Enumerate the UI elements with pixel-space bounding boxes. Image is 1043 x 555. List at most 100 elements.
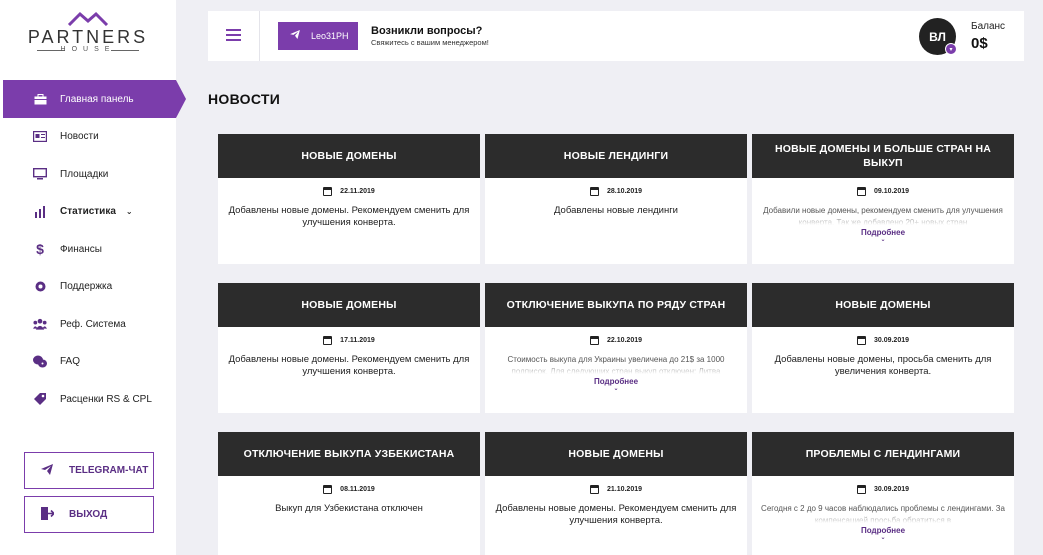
news-card-text: Добавлены новые домены, просьба сменить …	[774, 354, 992, 377]
news-card-text: Выкуп для Узбекистана отключен	[275, 503, 423, 514]
sidebar-item-statistics[interactable]: Статистика ⌄	[0, 193, 176, 231]
logo-main-text: PARTNERS	[27, 27, 149, 47]
sidebar-item-news[interactable]: Новости	[0, 118, 176, 156]
sidebar-item-dashboard[interactable]: Главная панель	[3, 80, 186, 118]
news-card-date-text: 30.09.2019	[873, 486, 910, 493]
manager-name: Leo31PH	[311, 31, 349, 41]
logo-divider	[111, 50, 139, 51]
news-card-date-text: 22.11.2019	[340, 188, 375, 195]
news-card-text: Добавили новые домены, рекомендуем смени…	[763, 206, 1003, 225]
page-title: НОВОСТИ	[208, 91, 281, 107]
sidebar-item-label: Расценки RS & CPL	[60, 393, 152, 405]
sidebar-item-label: Реф. Система	[60, 318, 126, 330]
news-card-date-text: 09.10.2019	[873, 188, 910, 195]
news-card[interactable]: ОТКЛЮЧЕНИЕ ВЫКУПА ПО РЯДУ СТРАН 22.10.201…	[485, 283, 747, 413]
top-bar-divider	[259, 11, 260, 61]
news-card-title: НОВЫЕ ЛЕНДИНГИ	[485, 134, 747, 178]
news-card-title: ОТКЛЮЧЕНИЕ ВЫКУПА ПО РЯДУ СТРАН	[485, 283, 747, 327]
menu-toggle-icon[interactable]	[226, 29, 241, 41]
calendar-icon	[856, 187, 866, 196]
news-card-date: 09.10.2019	[752, 187, 1014, 196]
news-card[interactable]: ПРОБЛЕМЫ С ЛЕНДИНГАМИ 30.09.2019 Сегодня с…	[752, 432, 1014, 555]
questions-title: Возникли вопросы?	[371, 25, 483, 37]
news-card-date-text: 21.10.2019	[606, 486, 643, 493]
calendar-icon	[856, 336, 866, 345]
support-icon	[33, 280, 47, 294]
chevron-down-icon: ⌄	[880, 535, 886, 541]
roof-logo-icon	[67, 11, 109, 26]
news-card-date: 30.09.2019	[752, 336, 1014, 345]
sidebar-item-label: Поддержка	[60, 281, 113, 293]
manager-telegram-button[interactable]: Leo31PH	[278, 22, 358, 50]
news-card-text: Добавлены новые лендинги	[554, 205, 678, 216]
sidebar-item-label: FAQ	[60, 356, 81, 368]
telegram-chat-button[interactable]: TELEGRAM-ЧАТ	[24, 452, 154, 489]
sidebar-item-label: Финансы	[60, 243, 102, 255]
sidebar-item-label: Главная панель	[60, 93, 134, 105]
news-card-text: Сегодня с 2 до 9 часов наблюдались пробл…	[761, 504, 1005, 523]
logo[interactable]: PARTNERS HOUSE	[0, 10, 176, 60]
logout-button[interactable]: ВЫХОД	[24, 496, 154, 533]
read-more-link[interactable]: Подробнее ⌄	[752, 228, 1014, 243]
news-card-date: 17.11.2019	[218, 336, 480, 345]
calendar-icon	[323, 336, 333, 345]
news-card-date: 22.10.2019	[485, 336, 747, 345]
read-more-link[interactable]: Подробнее ⌄	[485, 377, 747, 392]
sidebar-item-label: Новости	[60, 131, 99, 143]
telegram-icon	[290, 30, 300, 42]
news-card-text: Добавлены новые домены. Рекомендуем смен…	[228, 205, 470, 228]
sidebar-nav: Главная панель Новости Площадки Статисти…	[0, 80, 186, 419]
news-card-date-text: 08.11.2019	[340, 486, 375, 493]
dollar-icon: $	[36, 241, 44, 258]
chevron-down-icon: ⌄	[880, 237, 886, 243]
calendar-icon	[856, 485, 866, 494]
news-card[interactable]: НОВЫЕ ДОМЕНЫ И БОЛЬШЕ СТРАН НА ВЫКУП 09.1…	[752, 134, 1014, 264]
newspaper-icon	[33, 130, 47, 144]
news-card-title: ОТКЛЮЧЕНИЕ ВЫКУПА УЗБЕКИСТАНА	[218, 432, 480, 476]
sidebar-item-label: Площадки	[60, 168, 109, 180]
news-card-date: 21.10.2019	[485, 485, 747, 494]
news-card-date-text: 17.11.2019	[340, 337, 375, 344]
calendar-icon	[589, 187, 599, 196]
news-card-date: 22.11.2019	[218, 187, 480, 196]
sidebar-item-support[interactable]: Поддержка	[0, 268, 176, 306]
calendar-icon	[589, 485, 599, 494]
read-more-label: Подробнее	[593, 377, 639, 386]
sidebar-item-label: Статистика	[60, 206, 116, 218]
news-card-date-text: 30.09.2019	[873, 337, 910, 344]
news-card-date: 30.09.2019	[752, 485, 1014, 494]
users-icon	[33, 317, 47, 331]
news-card[interactable]: НОВЫЕ ДОМЕНЫ 30.09.2019 Добавлены новые до…	[752, 283, 1014, 413]
avatar-dropdown-icon[interactable]: ▾	[945, 43, 957, 55]
sidebar-item-referral[interactable]: Реф. Система	[0, 306, 176, 344]
news-card-title: НОВЫЕ ДОМЕНЫ	[218, 134, 480, 178]
news-card-title: ПРОБЛЕМЫ С ЛЕНДИНГАМИ	[752, 432, 1014, 476]
briefcase-icon	[33, 92, 47, 106]
sidebar-item-finance[interactable]: $ Финансы	[0, 231, 176, 269]
news-card[interactable]: НОВЫЕ ДОМЕНЫ 17.11.2019 Добавлены новые до…	[218, 283, 480, 413]
news-card[interactable]: ОТКЛЮЧЕНИЕ ВЫКУПА УЗБЕКИСТАНА 08.11.2019 В…	[218, 432, 480, 555]
news-card-text: Добавлены новые домены. Рекомендуем смен…	[495, 503, 737, 526]
faq-icon	[33, 355, 47, 369]
telegram-icon	[41, 463, 55, 478]
tag-icon	[33, 392, 47, 406]
sidebar-item-faq[interactable]: FAQ	[0, 343, 176, 381]
sidebar-item-rates[interactable]: Расценки RS & CPL	[0, 381, 176, 419]
logout-label: ВЫХОД	[69, 509, 108, 520]
news-card-text: Стоимость выкупа для Украины увеличена д…	[507, 355, 725, 374]
read-more-link[interactable]: Подробнее ⌄	[752, 526, 1014, 541]
balance-value: 0$	[971, 35, 988, 52]
news-card-date: 08.11.2019	[218, 485, 480, 494]
questions-subtitle: Свяжитесь с вашим менеджером!	[371, 38, 489, 47]
news-card-date-text: 22.10.2019	[606, 337, 643, 344]
telegram-chat-label: TELEGRAM-ЧАТ	[69, 465, 149, 476]
news-card[interactable]: НОВЫЕ ЛЕНДИНГИ 28.10.2019 Добавлены новые …	[485, 134, 747, 264]
chevron-down-icon[interactable]: ⌄	[126, 207, 133, 216]
balance-label: Баланс	[971, 21, 1006, 32]
news-card[interactable]: НОВЫЕ ДОМЕНЫ 21.10.2019 Добавлены новые до…	[485, 432, 747, 555]
news-card-text: Добавлены новые домены. Рекомендуем смен…	[228, 354, 470, 377]
sidebar-item-sites[interactable]: Площадки	[0, 156, 176, 194]
news-card-title: НОВЫЕ ДОМЕНЫ	[218, 283, 480, 327]
calendar-icon	[323, 187, 333, 196]
news-card[interactable]: НОВЫЕ ДОМЕНЫ 22.11.2019 Добавлены новые до…	[218, 134, 480, 264]
